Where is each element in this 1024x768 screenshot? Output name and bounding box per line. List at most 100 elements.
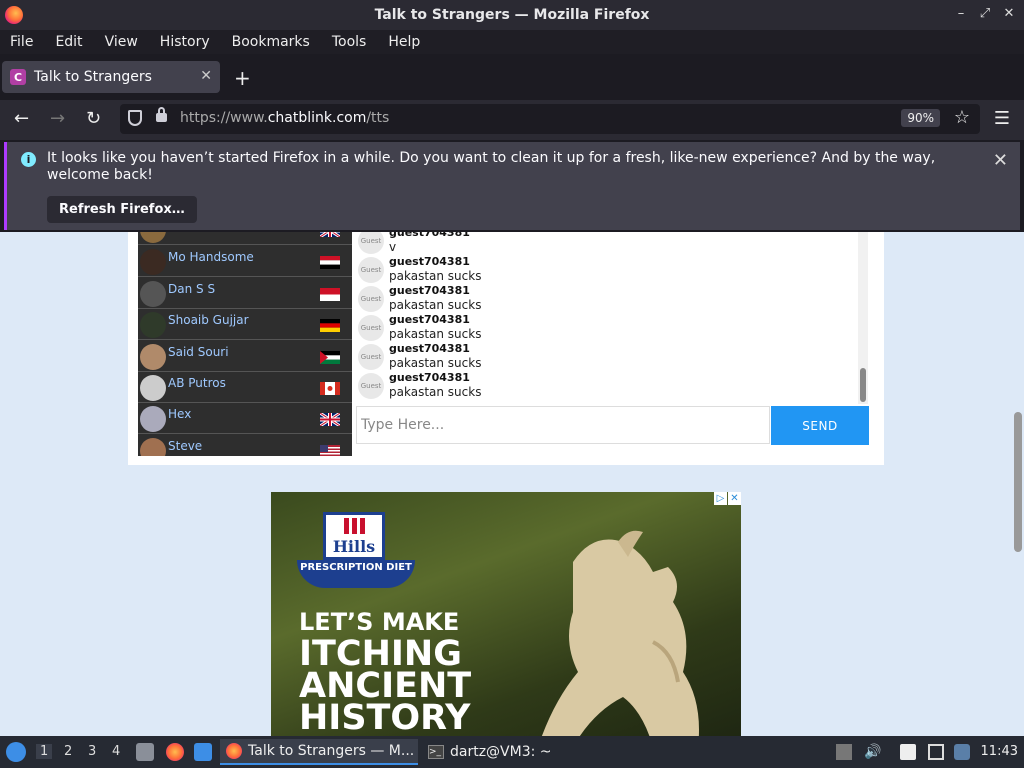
- reload-icon[interactable]: ↻: [86, 108, 101, 129]
- ad-headline: LET’S MAKE ITCHING ANCIENT HISTORY: [299, 606, 471, 736]
- palestine-flag-icon: [320, 351, 340, 364]
- forward-icon[interactable]: →: [50, 108, 65, 129]
- update-notifier-icon[interactable]: [954, 744, 970, 760]
- url-bar[interactable]: https://www.chatblink.com/tts 90% ☆: [120, 104, 980, 134]
- chat-message-input[interactable]: [357, 407, 769, 443]
- chat-message: Guest guest704381 pakastan sucks: [358, 342, 838, 371]
- show-desktop-icon[interactable]: [194, 743, 212, 761]
- app-menu-hamburger-icon[interactable]: ☰: [994, 108, 1010, 129]
- menubar: File Edit View History Bookmarks Tools H…: [0, 30, 1024, 54]
- message-text: pakastan sucks: [389, 385, 482, 399]
- avatar: [140, 281, 166, 307]
- network-icon[interactable]: [928, 744, 944, 760]
- taskbar-firefox-label: Talk to Strangers — M...: [248, 743, 415, 759]
- user-row[interactable]: Dan S S: [138, 278, 352, 309]
- guest-avatar: Guest: [358, 315, 384, 341]
- page-scrollbar[interactable]: [1012, 232, 1024, 736]
- navigation-bar: ← → ↻ https://www.chatblink.com/tts 90% …: [0, 100, 1024, 140]
- workspace-4[interactable]: 4: [112, 744, 120, 759]
- user-name: Said Souri: [168, 345, 229, 359]
- user-name: Dan S S: [168, 282, 216, 296]
- avatar: [140, 312, 166, 338]
- user-row[interactable]: Said Souri: [138, 341, 352, 372]
- tracking-protection-shield-icon[interactable]: [128, 110, 142, 126]
- chat-input-box[interactable]: [356, 406, 770, 444]
- taskbar-terminal-label: dartz@VM3: ~: [450, 744, 552, 760]
- user-name: Mo Handsome: [168, 250, 254, 264]
- menu-history[interactable]: History: [160, 34, 210, 50]
- file-manager-icon[interactable]: [136, 743, 154, 761]
- hills-logo-bars: [344, 518, 366, 534]
- guest-avatar: Guest: [358, 257, 384, 283]
- page-scrollbar-thumb[interactable]: [1014, 412, 1022, 552]
- web-page-content: Mo Handsome Dan S S Shoaib Gujjar Said S…: [0, 232, 1024, 736]
- volume-icon[interactable]: 🔊: [864, 744, 881, 760]
- minimize-icon[interactable]: –: [954, 6, 968, 21]
- chat-message: Guest guest704381 pakastan sucks: [358, 371, 838, 400]
- clipboard-tray-icon[interactable]: [836, 744, 852, 760]
- guest-avatar: Guest: [358, 232, 384, 254]
- uk-flag-icon: [320, 232, 340, 237]
- chat-message: Guest guest704381 pakastan sucks: [358, 255, 838, 284]
- firefox-logo-icon: [5, 6, 23, 24]
- clock: 11:43: [980, 744, 1018, 759]
- refresh-firefox-button[interactable]: Refresh Firefox…: [47, 196, 197, 223]
- info-icon: i: [21, 152, 36, 167]
- menu-edit[interactable]: Edit: [55, 34, 82, 50]
- workspace-3[interactable]: 3: [88, 744, 96, 759]
- user-row[interactable]: Shoaib Gujjar: [138, 309, 352, 340]
- menu-help[interactable]: Help: [388, 34, 420, 50]
- adchoices[interactable]: ▷ ✕: [714, 492, 741, 505]
- taskbar-terminal-window[interactable]: >_ dartz@VM3: ~: [422, 739, 582, 765]
- send-button[interactable]: SEND: [771, 406, 869, 445]
- message-text: pakastan sucks: [389, 327, 482, 341]
- notification-close-icon[interactable]: ✕: [993, 150, 1008, 171]
- hills-logo: Hills PRESCRIPTION DIET: [297, 512, 415, 588]
- prescription-diet-label: PRESCRIPTION DIET: [297, 560, 415, 588]
- new-tab-icon[interactable]: +: [234, 66, 251, 90]
- advertisement-banner[interactable]: ▷ ✕ Hills PRESCRIPTION DIET LET’S MAKE I…: [271, 492, 741, 736]
- user-row[interactable]: AB Putros: [138, 372, 352, 403]
- message-author: guest704381: [389, 371, 470, 384]
- tab-talk-to-strangers[interactable]: C Talk to Strangers ✕: [2, 61, 220, 93]
- hills-logo-box: Hills: [323, 512, 385, 560]
- firefox-launcher-icon[interactable]: [166, 743, 184, 761]
- user-row[interactable]: Steve: [138, 435, 352, 456]
- bookmark-star-icon[interactable]: ☆: [954, 107, 970, 128]
- adchoices-icon[interactable]: ▷: [714, 492, 727, 505]
- user-row[interactable]: Mo Handsome: [138, 246, 352, 277]
- close-icon[interactable]: ✕: [1002, 6, 1016, 21]
- workspace-1[interactable]: 1: [36, 744, 53, 759]
- menu-bookmarks[interactable]: Bookmarks: [232, 34, 310, 50]
- user-name: AB Putros: [168, 376, 226, 390]
- lock-icon[interactable]: [156, 107, 167, 122]
- chat-message-log: Guest guest704381 v Guest guest704381 pa…: [354, 232, 858, 404]
- dog-statue-image: [541, 530, 699, 736]
- maximize-icon[interactable]: ⤢: [978, 6, 992, 21]
- menu-view[interactable]: View: [105, 34, 138, 50]
- desktop-taskbar: 1 2 3 4 Talk to Strangers — M... >_ dart…: [0, 736, 1024, 768]
- guest-avatar: Guest: [358, 286, 384, 312]
- start-menu-icon[interactable]: [6, 742, 26, 762]
- user-name: Shoaib Gujjar: [168, 313, 249, 327]
- user-row[interactable]: [138, 232, 352, 245]
- ad-close-icon[interactable]: ✕: [728, 492, 741, 505]
- user-row[interactable]: Hex: [138, 403, 352, 434]
- notification-message: It looks like you haven’t started Firefo…: [47, 150, 936, 183]
- menu-file[interactable]: File: [10, 34, 33, 50]
- window-titlebar: Talk to Strangers — Mozilla Firefox – ⤢ …: [0, 0, 1024, 30]
- notes-tray-icon[interactable]: [900, 744, 916, 760]
- tab-strip: C Talk to Strangers ✕ +: [0, 54, 1024, 100]
- avatar: [140, 344, 166, 370]
- workspace-2[interactable]: 2: [64, 744, 72, 759]
- firefox-icon: [226, 743, 242, 759]
- chat-scrollbar-thumb[interactable]: [860, 368, 866, 402]
- menu-tools[interactable]: Tools: [332, 34, 367, 50]
- url-text[interactable]: https://www.chatblink.com/tts: [180, 110, 389, 126]
- taskbar-firefox-window[interactable]: Talk to Strangers — M...: [220, 739, 418, 765]
- usa-flag-icon: [320, 445, 340, 456]
- tab-close-icon[interactable]: ✕: [200, 68, 212, 84]
- back-icon[interactable]: ←: [14, 108, 29, 129]
- zoom-level-badge[interactable]: 90%: [901, 109, 940, 127]
- chat-message: Guest guest704381 v: [358, 232, 838, 255]
